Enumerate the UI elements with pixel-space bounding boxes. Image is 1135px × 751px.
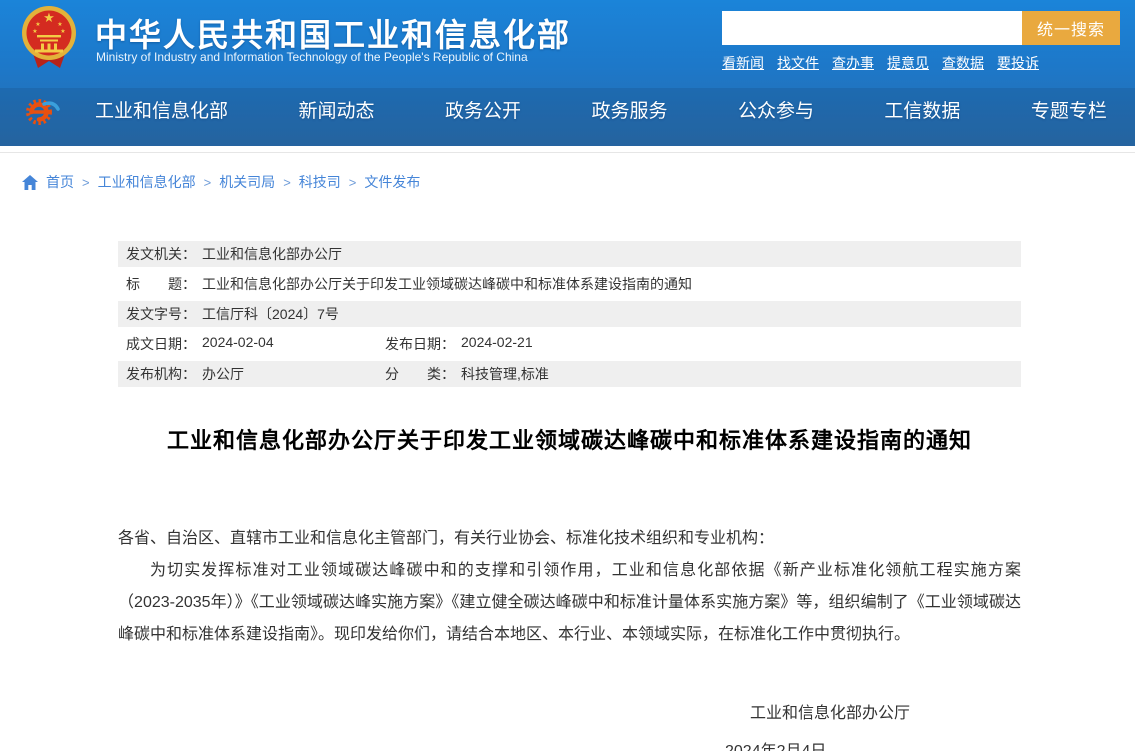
breadcrumb-miit[interactable]: 工业和信息化部 — [98, 172, 196, 192]
issuing-agency-cell: 发文机关： 工业和信息化部办公厅 — [126, 244, 342, 264]
site-subtitle: Ministry of Industry and Information Tec… — [96, 50, 528, 64]
svg-text:★: ★ — [60, 28, 65, 35]
nav-item-public-participation[interactable]: 公众参与 — [738, 96, 814, 123]
quick-link-data[interactable]: 查数据 — [942, 53, 984, 73]
header-top: ★ ★ ★ ★ ★ 中华人民共和国工业和信息化部 Ministry of Ind… — [0, 0, 1135, 88]
nav-item-gov-disclosure[interactable]: 政务公开 — [445, 96, 521, 123]
field-label: 发布机构： — [126, 364, 196, 384]
search-button[interactable]: 统一搜索 — [1022, 11, 1120, 45]
search-area: 统一搜索 看新闻 找文件 查办事 提意见 查数据 要投诉 — [722, 11, 1120, 73]
home-icon[interactable] — [22, 175, 38, 190]
publish-date-cell: 发布日期： 2024-02-21 — [385, 334, 533, 354]
field-value: 2024-02-04 — [202, 334, 274, 354]
site-header: ★ ★ ★ ★ ★ 中华人民共和国工业和信息化部 Ministry of Ind… — [0, 0, 1135, 146]
nav-item-miit-data[interactable]: 工信数据 — [884, 96, 960, 123]
quick-link-services[interactable]: 查办事 — [832, 53, 874, 73]
miit-e-logo-icon — [22, 94, 64, 130]
search-input[interactable] — [722, 11, 1022, 45]
field-label: 发文机关： — [126, 244, 196, 264]
main-nav: 工业和信息化部 新闻动态 政务公开 政务服务 公众参与 工信数据 专题专栏 — [0, 88, 1135, 146]
table-row: 成文日期： 2024-02-04 发布日期： 2024-02-21 — [118, 331, 1021, 357]
field-value: 工业和信息化部办公厅 — [202, 244, 342, 264]
breadcrumb-separator: > — [349, 175, 357, 190]
breadcrumb: 首页 > 工业和信息化部 > 机关司局 > 科技司 > 文件发布 — [0, 153, 1135, 193]
nav-item-gov-services[interactable]: 政务服务 — [591, 96, 667, 123]
nav-item-miit[interactable]: 工业和信息化部 — [95, 96, 228, 123]
table-row: 发布机构： 办公厅 分 类： 科技管理,标准 — [118, 361, 1021, 387]
breadcrumb-separator: > — [283, 175, 291, 190]
national-emblem-icon: ★ ★ ★ ★ ★ — [20, 5, 78, 71]
quick-links: 看新闻 找文件 查办事 提意见 查数据 要投诉 — [722, 53, 1120, 73]
nav-item-news[interactable]: 新闻动态 — [298, 96, 374, 123]
breadcrumb-separator: > — [204, 175, 212, 190]
field-value: 科技管理,标准 — [461, 364, 549, 384]
field-label: 发文字号： — [126, 304, 196, 324]
category-cell: 分 类： 科技管理,标准 — [385, 364, 549, 384]
table-row: 标 题： 工业和信息化部办公厅关于印发工业领域碳达峰碳中和标准体系建设指南的通知 — [118, 271, 1021, 297]
breadcrumb-separator: > — [82, 175, 90, 190]
table-row: 发文机关： 工业和信息化部办公厅 — [118, 241, 1021, 267]
publishing-org-cell: 发布机构： 办公厅 — [126, 364, 385, 384]
quick-link-complaint[interactable]: 要投诉 — [997, 53, 1039, 73]
svg-text:★: ★ — [57, 21, 62, 28]
svg-text:★: ★ — [32, 28, 37, 35]
article-paragraph-main: 为切实发挥标准对工业领域碳达峰碳中和的支撑和引领作用，工业和信息化部依据《新产业… — [118, 555, 1021, 651]
title-cell: 标 题： 工业和信息化部办公厅关于印发工业领域碳达峰碳中和标准体系建设指南的通知 — [126, 274, 692, 294]
document-page: 发文机关： 工业和信息化部办公厅 标 题： 工业和信息化部办公厅关于印发工业领域… — [118, 241, 1021, 751]
signature-block: 工业和信息化部办公厅 2024年2月4日 — [118, 699, 1021, 751]
nav-item-special-topics[interactable]: 专题专栏 — [1031, 96, 1107, 123]
article-paragraph-salutation: 各省、自治区、直辖市工业和信息化主管部门，有关行业协会、标准化技术组织和专业机构… — [118, 523, 1021, 555]
breadcrumb-science-tech-dept[interactable]: 科技司 — [299, 172, 341, 192]
quick-link-files[interactable]: 找文件 — [777, 53, 819, 73]
quick-link-feedback[interactable]: 提意见 — [887, 53, 929, 73]
field-value: 工信厅科〔2024〕7号 — [202, 304, 339, 324]
signature-org: 工业和信息化部办公厅 — [118, 699, 1021, 723]
quick-link-news[interactable]: 看新闻 — [722, 53, 764, 73]
article-title: 工业和信息化部办公厅关于印发工业领域碳达峰碳中和标准体系建设指南的通知 — [118, 423, 1021, 455]
svg-text:★: ★ — [35, 21, 40, 28]
document-metadata-table: 发文机关： 工业和信息化部办公厅 标 题： 工业和信息化部办公厅关于印发工业领域… — [118, 241, 1021, 387]
field-value: 2024-02-21 — [461, 334, 533, 354]
field-label: 标 题： — [126, 274, 196, 294]
written-date-cell: 成文日期： 2024-02-04 — [126, 334, 385, 354]
field-value: 工业和信息化部办公厅关于印发工业领域碳达峰碳中和标准体系建设指南的通知 — [202, 274, 692, 294]
field-value: 办公厅 — [202, 364, 244, 384]
breadcrumb-departments[interactable]: 机关司局 — [219, 172, 275, 192]
svg-text:★: ★ — [43, 11, 55, 26]
article-body: 各省、自治区、直辖市工业和信息化主管部门，有关行业协会、标准化技术组织和专业机构… — [118, 523, 1021, 651]
field-label: 分 类： — [385, 364, 455, 384]
breadcrumb-document-release[interactable]: 文件发布 — [364, 172, 420, 192]
field-label: 成文日期： — [126, 334, 196, 354]
signature-date: 2024年2月4日 — [118, 737, 1021, 751]
document-number-cell: 发文字号： 工信厅科〔2024〕7号 — [126, 304, 339, 324]
table-row: 发文字号： 工信厅科〔2024〕7号 — [118, 301, 1021, 327]
breadcrumb-home[interactable]: 首页 — [46, 172, 74, 192]
field-label: 发布日期： — [385, 334, 455, 354]
